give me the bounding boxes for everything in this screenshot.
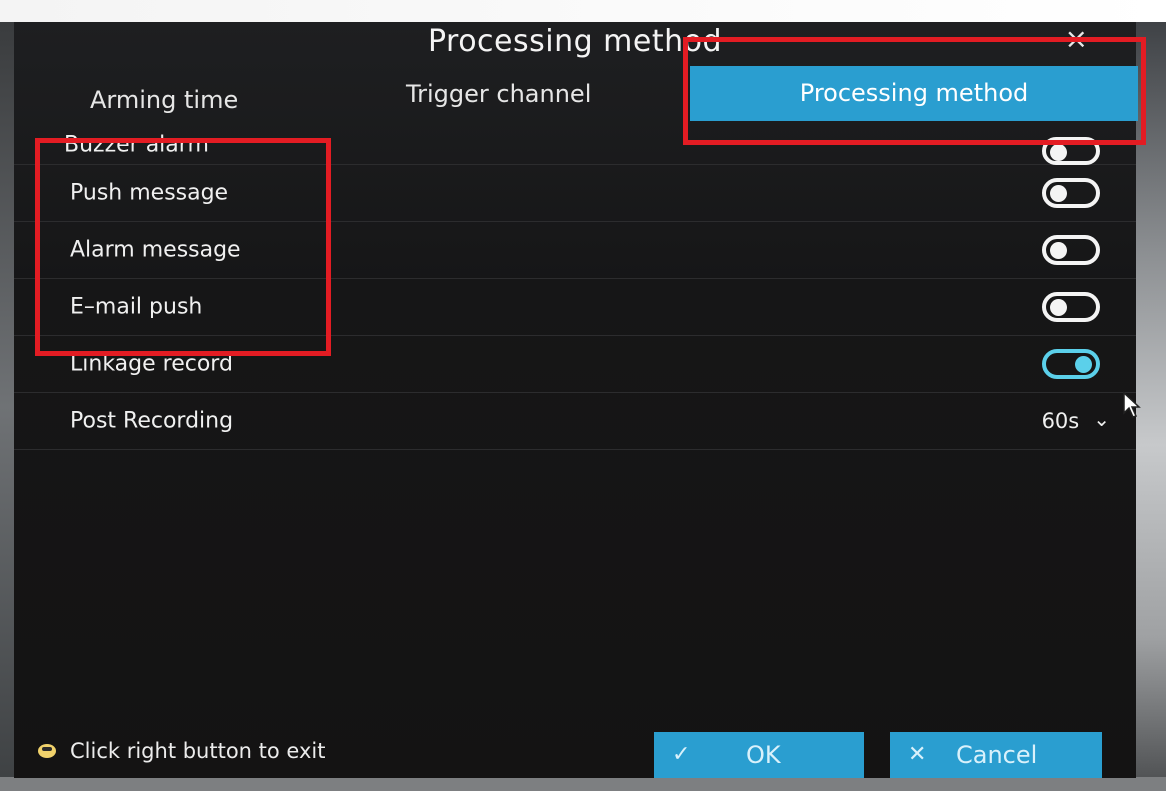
background-photo-bottom [0,777,1166,791]
toggle-knob [1050,144,1067,161]
exit-hint: Click right button to exit [70,739,326,763]
dialog-footer: Click right button to exit ✓ OK ✕ Cancel [14,728,1136,778]
cancel-label: Cancel [956,741,1038,769]
chevron-down-icon: ⌄ [1093,407,1110,431]
annotation-box-tab [683,37,1146,145]
email-push-toggle[interactable] [1042,292,1100,322]
alarm-message-toggle[interactable] [1042,235,1100,265]
tab-trigger-channel[interactable]: Trigger channel [406,80,591,108]
ok-button[interactable]: ✓ OK [654,732,864,778]
toggle-knob [1050,185,1067,202]
option-row-post-recording: Post Recording 60s ⌄ [14,393,1136,450]
cancel-button[interactable]: ✕ Cancel [890,732,1102,778]
toggle-knob [1075,356,1092,373]
mouse-pointer-icon [1123,391,1141,418]
post-recording-value: 60s [1041,409,1080,433]
annotation-box-options [35,138,331,356]
tab-arming-time[interactable]: Arming time [90,86,238,114]
ok-label: OK [746,741,781,769]
mouse-icon [38,744,56,758]
check-icon: ✓ [672,742,691,767]
linkage-record-toggle[interactable] [1042,349,1100,379]
post-recording-select[interactable]: 60s ⌄ [1041,407,1110,433]
close-icon: ✕ [908,742,927,767]
background-photo-left [0,22,14,791]
option-label: Post Recording [70,408,234,434]
toggle-knob [1050,299,1067,316]
background-photo-top [0,0,1166,22]
toggle-knob [1050,242,1067,259]
push-message-toggle[interactable] [1042,178,1100,208]
